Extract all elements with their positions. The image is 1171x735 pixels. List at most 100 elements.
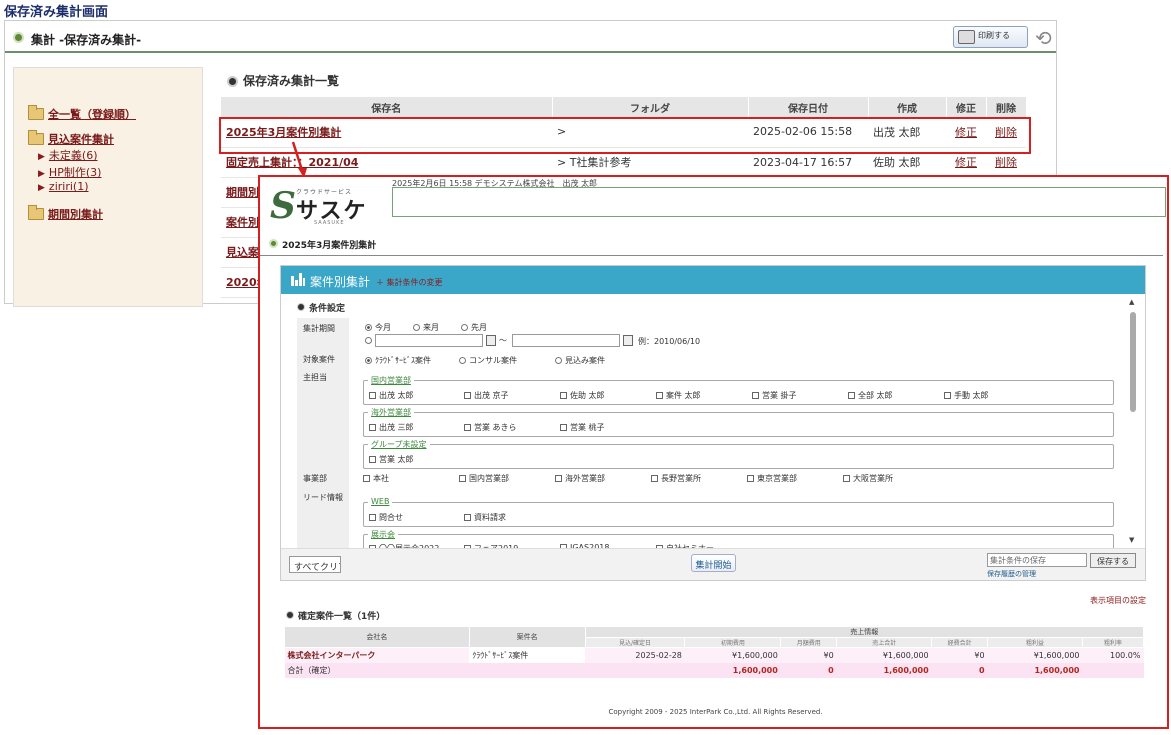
section-bullet-icon [286, 611, 294, 619]
label-owner: 主担当 [303, 373, 327, 382]
col-subheader: 粗利益 [987, 637, 1083, 648]
profit-cell: ¥1,600,000 [987, 647, 1083, 663]
group-legend[interactable]: 海外営業部 [368, 407, 414, 418]
list-bullet-icon [227, 76, 238, 87]
condition-title: 条件設定 [309, 304, 346, 314]
sidebar-item-all[interactable]: 全一覧（登録順） [48, 106, 136, 122]
display-settings-link[interactable]: 表示項目の設定 [1090, 595, 1146, 606]
col-subheader: 売上合計 [836, 637, 933, 648]
company-cell: 株式会社インターパーク [284, 647, 470, 663]
radio-last-month[interactable]: 先月 [461, 322, 487, 333]
calendar-icon[interactable] [486, 335, 496, 346]
group-legend[interactable]: グループ未設定 [368, 439, 430, 450]
checkbox-owner[interactable]: 出茂 三郎 [369, 422, 414, 433]
checkbox-owner[interactable]: 営業 あきら [464, 422, 517, 433]
checkbox-division[interactable]: 国内営業部 [459, 473, 509, 484]
change-condition-link[interactable]: ＋ 集計条件の変更 [376, 277, 443, 288]
group-legend[interactable]: 国内営業部 [368, 375, 414, 386]
label-column [297, 318, 349, 548]
date-from-input[interactable] [375, 334, 483, 347]
group-legend[interactable]: 展示会 [368, 529, 398, 540]
sidebar-item-period[interactable]: 期間別集計 [48, 206, 103, 222]
save-history-link[interactable]: 保存履歴の管理 [987, 569, 1036, 579]
radio-this-month[interactable]: 今月 [365, 322, 391, 333]
radio-consul-case[interactable]: コンサル案件 [459, 355, 517, 366]
table-header-row: 保存名 フォルダ 保存日付 作成 修正 削除 [221, 97, 1027, 117]
confirmed-list-title: 確定案件一覧（1件） [298, 612, 386, 622]
date-example: 例：2010/06/10 [638, 337, 701, 346]
sidebar-item-prospect[interactable]: 見込案件集計 [48, 131, 114, 147]
col-header: 保存名 [221, 97, 553, 117]
screen-title: 集計 -保存済み集計- [31, 33, 142, 47]
scroll-down-icon[interactable]: ▼ [1129, 536, 1134, 544]
radio-prospect-case[interactable]: 見込み案件 [555, 355, 605, 366]
total-sum: 1,600,000 [836, 662, 932, 678]
highlight-box [219, 117, 1031, 154]
folder-icon [28, 205, 44, 220]
checkbox-owner[interactable]: 手動 太郎 [944, 390, 989, 401]
monthly-cell: ¥0 [780, 647, 837, 663]
radio-next-month[interactable]: 来月 [413, 322, 439, 333]
copyright: Copyright 2009 - 2025 InterPark Co.,Ltd.… [608, 708, 823, 716]
title-divider [260, 251, 1163, 256]
col-header: 案件名 [468, 626, 586, 648]
col-subheader: 月額費用 [780, 637, 838, 648]
panel-header: 案件別集計 ＋ 集計条件の変更 [281, 266, 1145, 294]
triangle-right-icon: ▶ [38, 152, 45, 162]
saasuke-logo: S クラウドサービス サスケ SAASUKE [270, 185, 368, 227]
refresh-icon[interactable]: ⟲ [1035, 26, 1052, 50]
total-expense: 0 [931, 662, 988, 678]
checkbox-division[interactable]: 本社 [363, 473, 389, 484]
checkbox-owner[interactable]: 出茂 太郎 [369, 390, 414, 401]
calendar-icon[interactable] [623, 335, 633, 346]
scroll-up-icon[interactable]: ▲ [1129, 298, 1134, 306]
save-condition-input[interactable]: 集計条件の保存 [987, 553, 1087, 567]
checkbox-owner[interactable]: 営業 掛子 [752, 390, 797, 401]
checkbox-division[interactable]: 東京営業部 [747, 473, 797, 484]
header-bullet-icon [13, 32, 24, 43]
bar-chart-icon [291, 273, 305, 286]
checkbox-owner[interactable]: 案件 太郎 [656, 390, 701, 401]
label-period: 集計期間 [303, 324, 335, 333]
checkbox-lead[interactable]: 資料請求 [464, 512, 506, 523]
clear-all-button[interactable]: すべてクリア [289, 556, 341, 573]
checkbox-owner[interactable]: 全部 太郎 [848, 390, 893, 401]
section-bullet-icon [297, 303, 305, 311]
scroll-thumb[interactable] [1130, 312, 1136, 412]
col-subheader: 経費合計 [931, 637, 989, 648]
group-legend[interactable]: WEB [368, 497, 393, 506]
sidebar-subitem-ziriri[interactable]: ▶ ziriri(1) [38, 180, 89, 193]
sidebar-subitem-undefined[interactable]: ▶ 未定義(6) [38, 147, 98, 163]
popup-title: 2025年3月案件別集計 [282, 241, 377, 251]
start-aggregation-button[interactable]: 集計開始 [691, 554, 736, 572]
group-unassigned: グループ未設定 営業 太郎 [363, 439, 1114, 469]
group-overseas: 海外営業部 出茂 三郎 営業 あきら 営業 桃子 [363, 407, 1114, 437]
checkbox-lead[interactable]: 問合せ [369, 512, 403, 523]
checkbox-division[interactable]: 海外営業部 [555, 473, 605, 484]
total-label: 合計（確定） [284, 662, 470, 678]
folder-icon [28, 130, 44, 145]
radio-custom-range[interactable] [365, 336, 375, 345]
label-lead: リード情報 [303, 493, 343, 502]
checkbox-division[interactable]: 大阪営業所 [843, 473, 893, 484]
date-to-input[interactable] [512, 334, 620, 347]
radio-cloud-case[interactable]: ｸﾗｳﾄﾞｻｰﾋﾞｽ案件 [365, 355, 431, 366]
triangle-right-icon: ▶ [38, 169, 45, 179]
checkbox-owner[interactable]: 営業 太郎 [369, 454, 414, 465]
checkbox-owner[interactable]: 出茂 京子 [464, 390, 509, 401]
col-subheader: 粗利率 [1082, 637, 1144, 648]
save-button[interactable]: 保存する [1090, 553, 1136, 568]
condition-panel: 案件別集計 ＋ 集計条件の変更 条件設定 集計期間 対象案件 主担当 事業部 リ… [280, 265, 1146, 581]
printer-icon [958, 30, 975, 44]
sidebar-subitem-hp[interactable]: ▶ HP制作(3) [38, 164, 101, 180]
list-title: 保存済み集計一覧 [243, 74, 340, 88]
page-caption: 保存済み集計画面 [4, 5, 109, 20]
checkbox-division[interactable]: 長野営業所 [651, 473, 701, 484]
col-header: 削除 [986, 97, 1027, 117]
label-division: 事業部 [303, 474, 327, 483]
checkbox-owner[interactable]: 営業 桃子 [560, 422, 605, 433]
checkbox-owner[interactable]: 佐助 太郎 [560, 390, 605, 401]
print-button[interactable]: 印刷する [953, 26, 1028, 48]
panel-footer: すべてクリア 集計開始 集計条件の保存 保存する 保存履歴の管理 [281, 548, 1145, 580]
memo-textarea[interactable] [392, 187, 1166, 217]
